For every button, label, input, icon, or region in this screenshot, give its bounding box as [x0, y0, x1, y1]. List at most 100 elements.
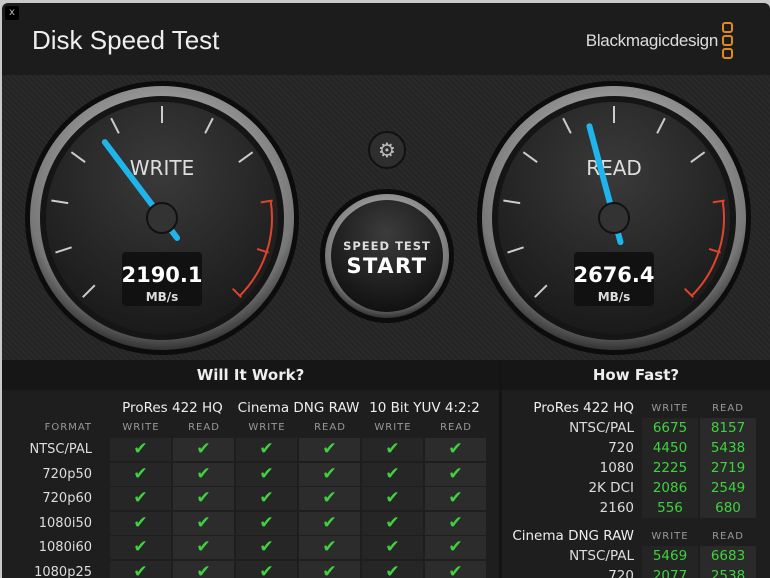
read-gauge-label: READ — [586, 156, 642, 180]
write-gauge-label: WRITE — [130, 156, 194, 180]
format-group-header: 10 Bit YUV 4:2:2 — [369, 400, 480, 416]
format-row-label: 2160 — [599, 500, 634, 516]
check-icon: ✔ — [362, 511, 423, 535]
check-icon: ✔ — [362, 438, 423, 461]
format-row-label: 720 — [608, 440, 634, 456]
check-icon: ✔ — [110, 511, 171, 535]
format-row-label: 1080i60 — [38, 540, 92, 555]
read-fps-value: 2538 — [700, 566, 756, 578]
write-speed-value: 2190.1 — [121, 263, 202, 287]
check-icon: ✔ — [173, 462, 234, 486]
format-row-label: 2K DCI — [588, 480, 634, 496]
format-group-header: Cinema DNG RAW — [237, 400, 360, 416]
check-icon: ✔ — [236, 560, 297, 578]
read-fps-value: 680 — [700, 498, 756, 518]
check-icon: ✔ — [173, 487, 234, 510]
read-fps-value: 8157 — [700, 418, 756, 438]
write-fps-value: 6675 — [642, 418, 698, 438]
column-header: READ — [712, 531, 744, 542]
write-fps-value: 2077 — [642, 566, 698, 578]
read-fps-value: 2719 — [700, 458, 756, 478]
how-fast-title: How Fast? — [502, 360, 770, 390]
check-icon: ✔ — [425, 462, 486, 486]
column-header: WRITE — [651, 403, 689, 414]
start-button-caption: SPEED TEST — [343, 239, 431, 253]
write-fps-value: 2225 — [642, 458, 698, 478]
read-speed-unit: MB/s — [598, 290, 631, 304]
close-button[interactable]: x — [5, 6, 19, 20]
check-icon: ✔ — [236, 462, 297, 486]
check-icon: ✔ — [299, 462, 360, 486]
write-fps-value: 2086 — [642, 478, 698, 498]
read-gauge: READ 2676.4 MB/s — [477, 81, 751, 355]
read-fps-value: 6683 — [700, 546, 756, 566]
will-it-work-panel: Will It Work? FORMAT ProRes 422 HQ Cinema… — [2, 360, 499, 578]
check-icon: ✔ — [236, 438, 297, 461]
check-icon: ✔ — [299, 487, 360, 510]
write-fps-value: 4450 — [642, 438, 698, 458]
format-row-label: NTSC/PAL — [569, 420, 634, 436]
gear-icon: ⚙ — [378, 138, 396, 162]
app-title: Disk Speed Test — [32, 25, 220, 55]
check-icon: ✔ — [425, 487, 486, 510]
write-fps-value: 556 — [642, 498, 698, 518]
check-icon: ✔ — [110, 438, 171, 461]
check-icon: ✔ — [425, 536, 486, 559]
brand-name: Blackmagicdesign — [585, 31, 719, 50]
gauge-area: WRITE 2190.1 MB/s READ 2676.4 MB/s ⚙ SPEED T… — [2, 75, 770, 360]
format-header: FORMAT — [44, 422, 92, 433]
check-icon: ✔ — [362, 536, 423, 559]
column-header: READ — [188, 422, 220, 433]
check-icon: ✔ — [173, 511, 234, 535]
column-header: READ — [440, 422, 472, 433]
format-row-label: NTSC/PAL — [569, 548, 634, 564]
column-header: WRITE — [651, 531, 689, 542]
check-icon: ✔ — [110, 536, 171, 559]
check-icon: ✔ — [299, 511, 360, 535]
read-fps-value: 5438 — [700, 438, 756, 458]
start-button-label: START — [346, 254, 427, 278]
start-button[interactable]: SPEED TEST START — [320, 189, 454, 323]
how-fast-panel: How Fast? ProRes 422 HQ WRITE READ NTSC/PAL… — [502, 360, 770, 578]
column-header: WRITE — [122, 422, 160, 433]
settings-button[interactable]: ⚙ — [368, 131, 406, 169]
write-speed-unit: MB/s — [146, 290, 179, 304]
format-row-label: 1080 — [599, 460, 634, 476]
check-icon: ✔ — [425, 560, 486, 578]
check-icon: ✔ — [236, 487, 297, 510]
column-header: WRITE — [374, 422, 412, 433]
check-icon: ✔ — [362, 487, 423, 510]
check-icon: ✔ — [299, 438, 360, 461]
read-speed-value: 2676.4 — [573, 263, 654, 287]
column-header: READ — [712, 403, 744, 414]
format-row-label: 720p50 — [42, 466, 92, 482]
check-icon: ✔ — [299, 536, 360, 559]
column-header: READ — [314, 422, 346, 433]
check-icon: ✔ — [173, 438, 234, 461]
check-icon: ✔ — [236, 511, 297, 535]
check-icon: ✔ — [362, 560, 423, 578]
check-icon: ✔ — [110, 462, 171, 486]
write-gauge: WRITE 2190.1 MB/s — [25, 81, 299, 355]
check-icon: ✔ — [173, 536, 234, 559]
format-row-label: NTSC/PAL — [29, 442, 92, 457]
format-group-header: ProRes 422 HQ — [122, 400, 223, 416]
read-fps-value: 2549 — [700, 478, 756, 498]
blackmagic-logo-icon — [722, 22, 734, 61]
format-row-label: 1080i50 — [38, 515, 92, 531]
check-icon: ✔ — [236, 536, 297, 559]
check-icon: ✔ — [299, 560, 360, 578]
app-window: x Disk Speed Test Blackmagicdesign WRITE… — [2, 3, 770, 578]
check-icon: ✔ — [110, 487, 171, 510]
check-icon: ✔ — [362, 462, 423, 486]
format-row-label: 720p60 — [42, 491, 92, 506]
write-fps-value: 5469 — [642, 546, 698, 566]
will-it-work-title: Will It Work? — [2, 360, 499, 390]
column-header: WRITE — [248, 422, 286, 433]
check-icon: ✔ — [425, 511, 486, 535]
format-row-label: 1080p25 — [34, 564, 92, 578]
section-header: Cinema DNG RAW — [512, 528, 634, 544]
check-icon: ✔ — [425, 438, 486, 461]
format-row-label: 720 — [608, 568, 634, 578]
check-icon: ✔ — [110, 560, 171, 578]
